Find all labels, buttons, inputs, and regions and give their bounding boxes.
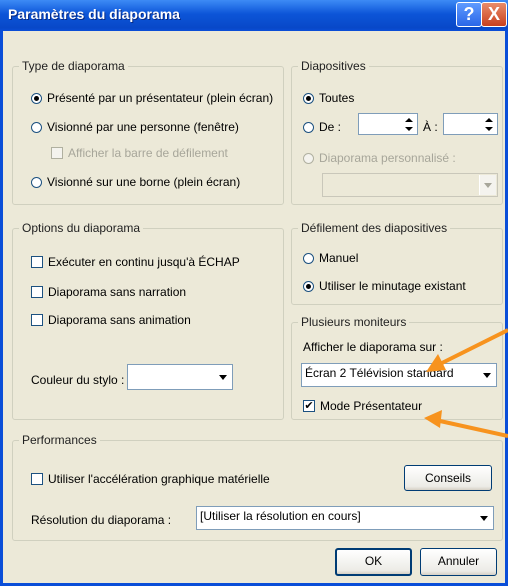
radio-kiosk[interactable]: Visionné sur une borne (plein écran) xyxy=(31,175,240,189)
from-slide-spinner[interactable] xyxy=(358,113,418,135)
radio-use-timings[interactable]: Utiliser le minutage existant xyxy=(303,279,466,293)
hw-acceleration-checkbox[interactable]: Utiliser l'accélération graphique matéri… xyxy=(31,472,270,486)
group-label: Options du diaporama xyxy=(19,221,144,235)
loop-until-esc-checkbox[interactable]: Exécuter en continu jusqu'à ÉCHAP xyxy=(31,255,240,269)
close-button[interactable]: X xyxy=(481,2,507,27)
radio-label: Visionné par une personne (fenêtre) xyxy=(47,120,239,134)
cancel-button[interactable]: Annuler xyxy=(420,548,497,576)
radio-button xyxy=(303,152,314,164)
radio-label: Présenté par un présentateur (plein écra… xyxy=(47,91,274,105)
slideshow-settings-dialog: Paramètres du diaporama ? X Type de diap… xyxy=(0,0,508,586)
spinner-buttons[interactable] xyxy=(481,115,496,133)
checkbox-label: Mode Présentateur xyxy=(320,399,423,413)
radio-label: Diaporama personnalisé : xyxy=(319,151,456,165)
chevron-down-icon[interactable] xyxy=(478,365,495,385)
pen-color-dropdown[interactable] xyxy=(127,364,233,390)
multiple-monitors-group: Plusieurs moniteurs Afficher le diaporam… xyxy=(291,315,503,420)
to-slide-spinner[interactable] xyxy=(443,113,498,135)
to-label: À : xyxy=(423,120,438,134)
slides-group: Diapositives Toutes De : À : Diaporama p… xyxy=(291,59,503,205)
radio-label: Utiliser le minutage existant xyxy=(319,279,466,293)
slideshow-type-group: Type de diaporama Présenté par un présen… xyxy=(12,59,284,205)
presenter-mode-checkbox[interactable]: ✔ Mode Présentateur xyxy=(303,399,422,413)
radio-button[interactable] xyxy=(31,176,42,188)
radio-button[interactable] xyxy=(303,121,314,133)
scrollbar-checkbox: Afficher la barre de défilement xyxy=(51,146,228,160)
performance-group: Performances Utiliser l'accélération gra… xyxy=(12,433,503,541)
pen-color-label: Couleur du stylo : xyxy=(31,373,125,387)
checkbox-label: Utiliser l'accélération graphique matéri… xyxy=(48,472,270,486)
resolution-label: Résolution du diaporama : xyxy=(31,513,172,527)
radio-button[interactable] xyxy=(303,252,314,264)
checkbox[interactable] xyxy=(31,256,43,268)
display-on-value: Écran 2 Télévision standard xyxy=(305,366,454,380)
slide-advance-group: Défilement des diapositives Manuel Utili… xyxy=(291,221,503,305)
checkbox[interactable]: ✔ xyxy=(303,400,315,412)
group-label: Défilement des diapositives xyxy=(298,221,451,235)
help-button[interactable]: ? xyxy=(456,2,482,27)
radio-label: De : xyxy=(319,120,342,134)
display-on-dropdown[interactable]: Écran 2 Télévision standard xyxy=(301,363,497,387)
resolution-value: [Utiliser la résolution en cours] xyxy=(200,509,361,523)
group-label: Performances xyxy=(19,433,100,447)
display-on-label: Afficher le diaporama sur : xyxy=(303,340,443,354)
title-bar[interactable]: Paramètres du diaporama ? X xyxy=(0,0,508,31)
radio-button[interactable] xyxy=(303,92,314,104)
chevron-down-icon xyxy=(479,175,496,195)
resolution-dropdown[interactable]: [Utiliser la résolution en cours] xyxy=(196,506,494,530)
no-narration-checkbox[interactable]: Diaporama sans narration xyxy=(31,285,186,299)
radio-label: Manuel xyxy=(319,251,359,265)
ok-button[interactable]: OK xyxy=(335,548,412,576)
checkbox-label: Diaporama sans animation xyxy=(48,313,191,327)
checkbox[interactable] xyxy=(31,314,43,326)
radio-label: Visionné sur une borne (plein écran) xyxy=(47,175,241,189)
radio-individual[interactable]: Visionné par une personne (fenêtre) xyxy=(31,120,239,134)
chevron-down-icon[interactable] xyxy=(475,508,492,528)
radio-presenter[interactable]: Présenté par un présentateur (plein écra… xyxy=(31,91,273,105)
checkbox-label: Afficher la barre de défilement xyxy=(68,146,228,160)
spinner-buttons[interactable] xyxy=(401,115,416,133)
custom-show-dropdown xyxy=(322,173,498,197)
radio-manual[interactable]: Manuel xyxy=(303,251,358,265)
radio-button[interactable] xyxy=(31,121,42,133)
no-animation-checkbox[interactable]: Diaporama sans animation xyxy=(31,313,191,327)
group-label: Plusieurs moniteurs xyxy=(298,315,410,329)
chevron-down-icon[interactable] xyxy=(214,366,231,388)
checkbox-label: Diaporama sans narration xyxy=(48,285,187,299)
checkbox xyxy=(51,147,63,159)
checkbox[interactable] xyxy=(31,473,43,485)
radio-label: Toutes xyxy=(319,91,355,105)
checkbox-label: Exécuter en continu jusqu'à ÉCHAP xyxy=(48,255,240,269)
group-label: Diapositives xyxy=(298,59,369,73)
checkbox[interactable] xyxy=(31,286,43,298)
group-label: Type de diaporama xyxy=(19,59,128,73)
tips-button[interactable]: Conseils xyxy=(404,465,492,491)
radio-button[interactable] xyxy=(303,280,314,292)
dialog-title: Paramètres du diaporama xyxy=(8,6,180,22)
radio-from[interactable]: De : xyxy=(303,120,341,134)
radio-custom-show: Diaporama personnalisé : xyxy=(303,151,456,165)
slideshow-options-group: Options du diaporama Exécuter en continu… xyxy=(12,221,284,420)
radio-all-slides[interactable]: Toutes xyxy=(303,91,354,105)
radio-button[interactable] xyxy=(31,92,42,104)
